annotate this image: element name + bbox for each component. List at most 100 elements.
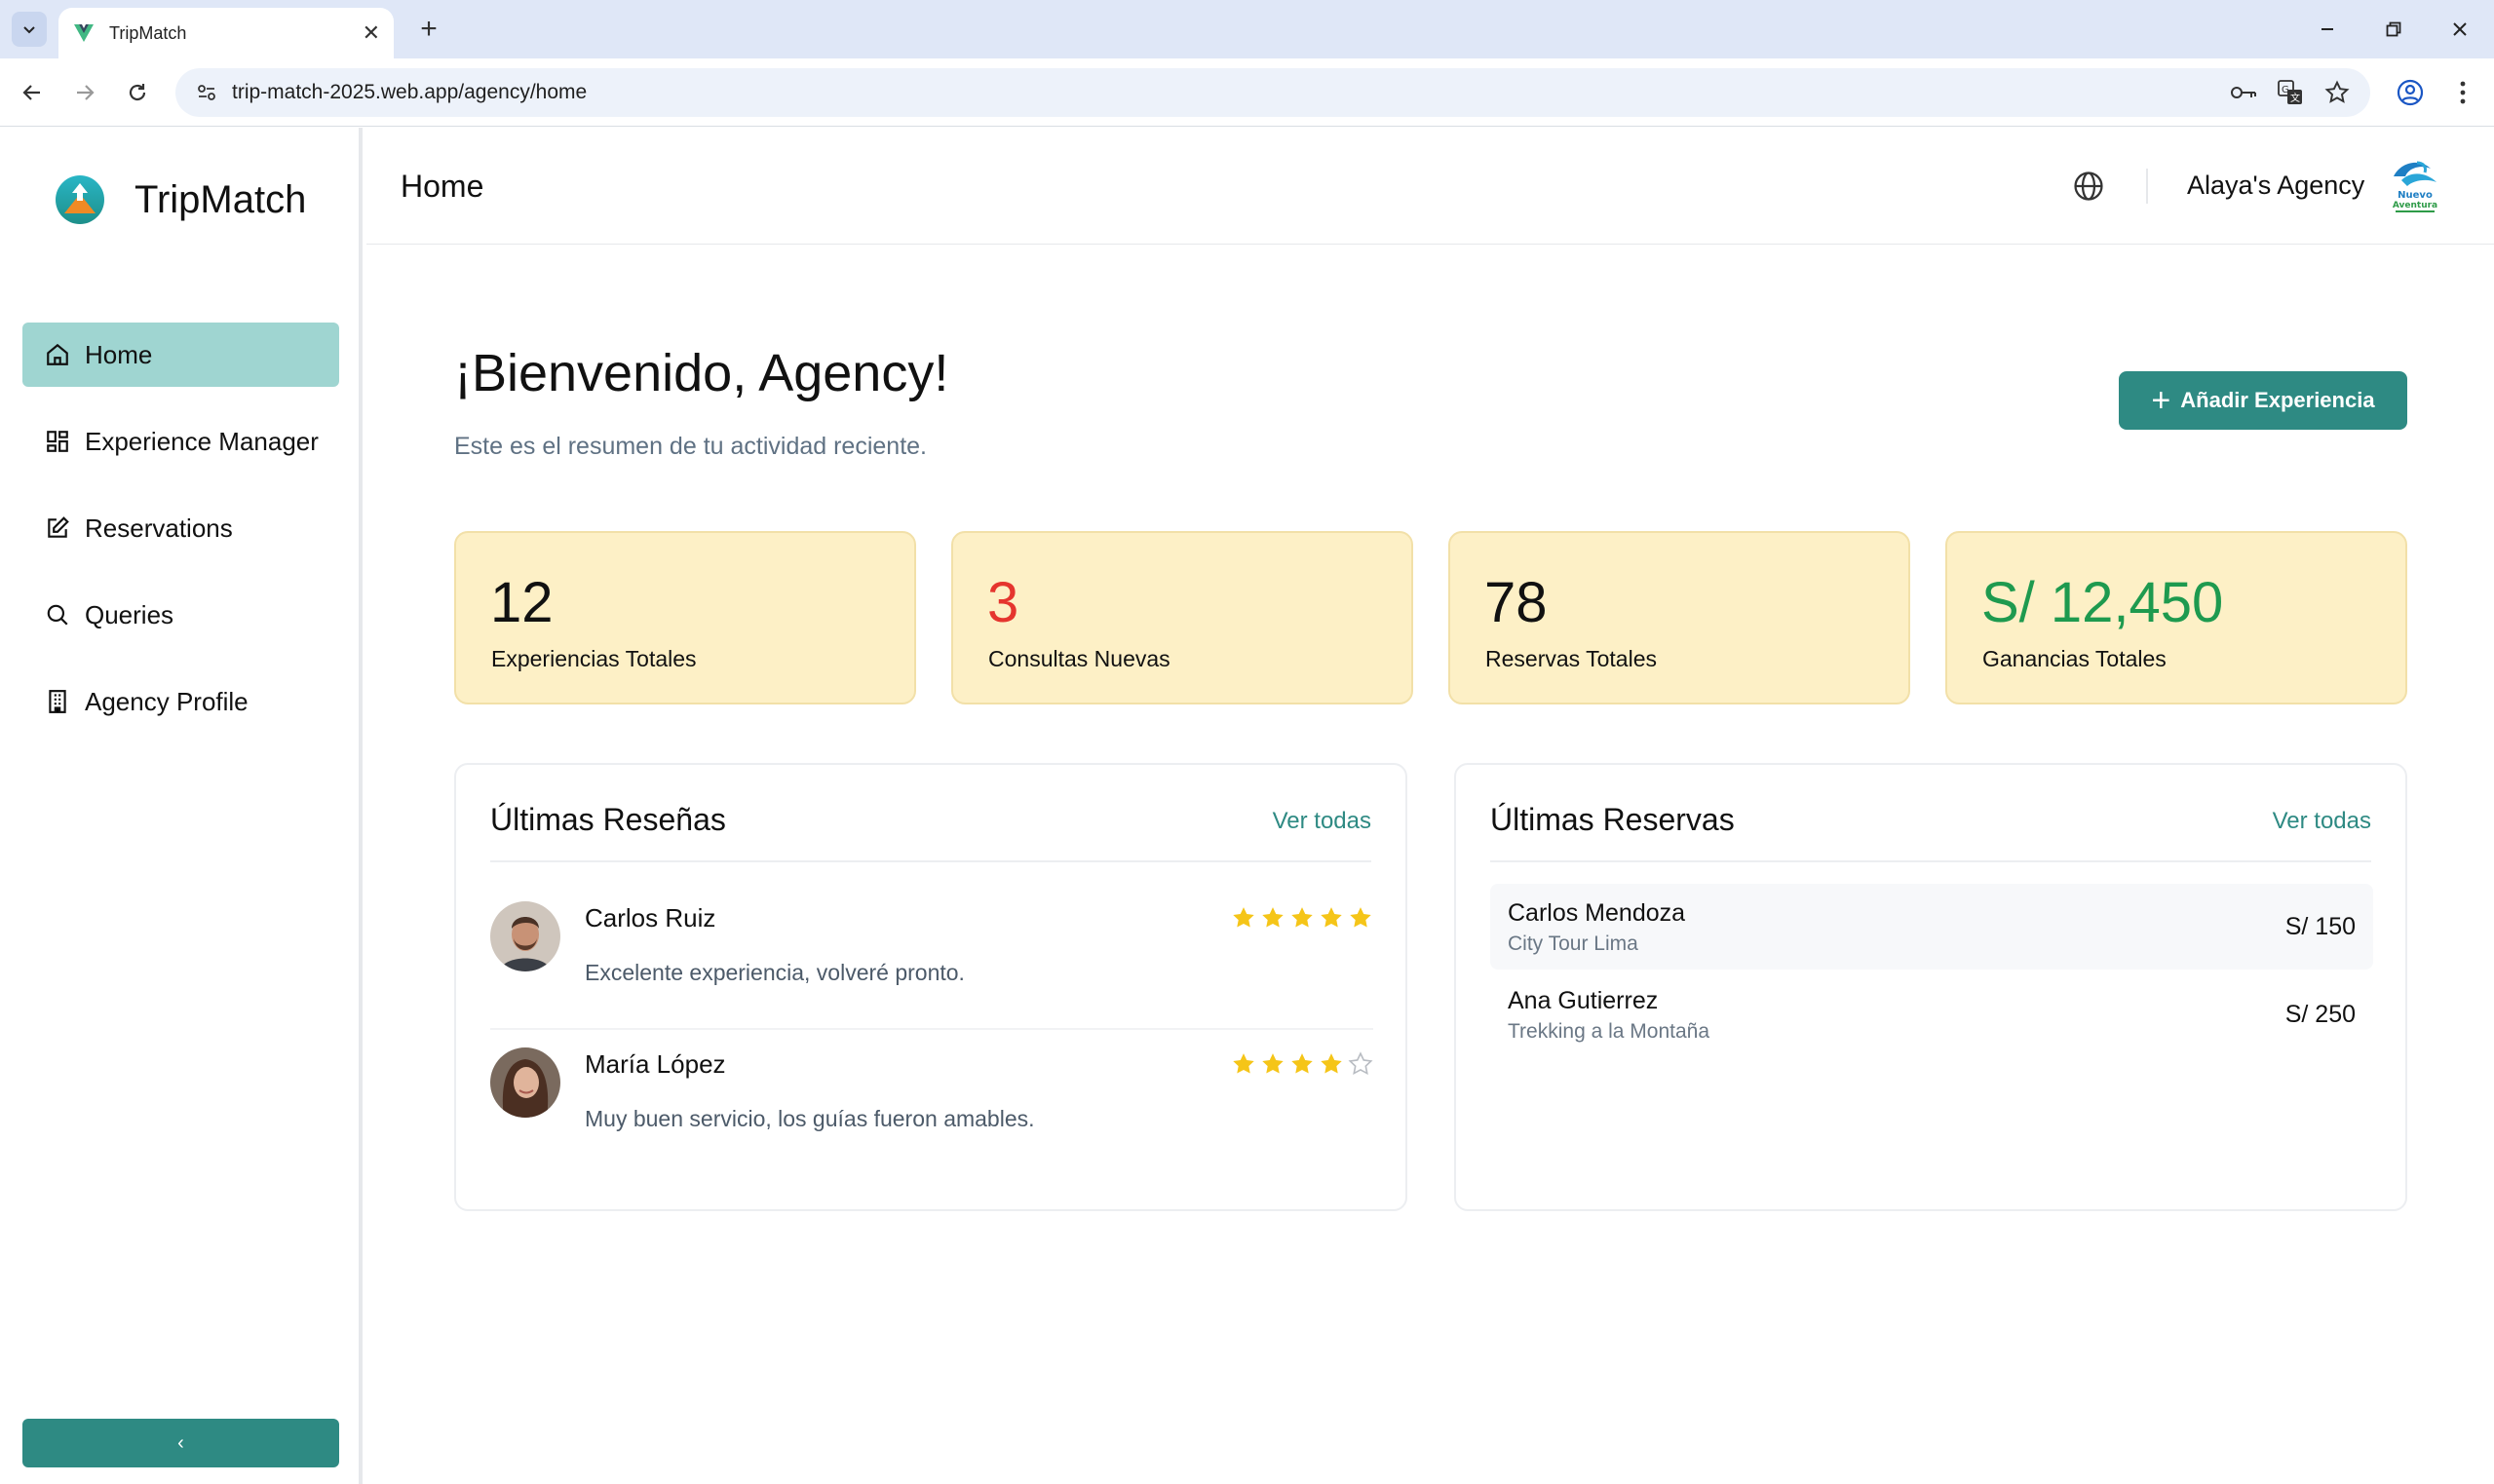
reservation-row[interactable]: Ana Gutierrez Trekking a la Montaña S/ 2… xyxy=(1490,971,2373,1057)
add-experience-button[interactable]: + Añadir Experiencia xyxy=(2119,371,2407,430)
agency-name[interactable]: Alaya's Agency xyxy=(2187,171,2364,201)
collapse-sidebar-button[interactable]: ‹ xyxy=(22,1419,339,1467)
experience-name: Trekking a la Montaña xyxy=(1508,1020,1709,1043)
browser-menu-button[interactable] xyxy=(2442,72,2483,113)
back-button[interactable] xyxy=(12,72,53,113)
view-all-reviews-link[interactable]: Ver todas xyxy=(1273,808,1371,835)
customer-name: Carlos Mendoza xyxy=(1508,899,1686,927)
stat-value: 12 xyxy=(490,571,554,634)
url-text: trip-match-2025.web.app/agency/home xyxy=(232,81,588,103)
sidebar-item-reservations[interactable]: Reservations xyxy=(22,496,339,560)
svg-text:Nuevo: Nuevo xyxy=(2398,190,2433,201)
page-title: Home xyxy=(401,169,484,204)
divider xyxy=(490,1028,1373,1030)
edit-icon xyxy=(44,514,71,542)
star-filled-icon xyxy=(1233,907,1254,928)
card-title: Últimas Reseñas xyxy=(490,802,726,837)
welcome-subtitle: Este es el resumen de tu actividad recie… xyxy=(454,433,927,460)
star-filled-icon xyxy=(1262,907,1284,928)
divider xyxy=(490,860,1371,862)
chevron-down-icon xyxy=(23,26,35,34)
avatar xyxy=(490,901,560,971)
page-header: Home Alaya's Agency Nuevo Aventura xyxy=(366,128,2494,245)
svg-text:文: 文 xyxy=(2290,92,2300,104)
reservation-row[interactable]: Carlos Mendoza City Tour Lima S/ 150 xyxy=(1490,884,2373,970)
new-tab-button[interactable]: + xyxy=(409,10,448,49)
sidebar-item-home[interactable]: Home xyxy=(22,323,339,387)
key-icon[interactable] xyxy=(2226,75,2261,110)
svg-text:Aventura: Aventura xyxy=(2393,201,2437,210)
restore-button[interactable] xyxy=(2372,8,2415,51)
translate-icon[interactable]: G文 xyxy=(2273,75,2308,110)
view-all-reservations-link[interactable]: Ver todas xyxy=(2273,808,2371,835)
globe-icon[interactable] xyxy=(2072,170,2105,203)
stat-label: Consultas Nuevas xyxy=(988,646,1170,671)
bookmark-star-icon[interactable] xyxy=(2320,75,2355,110)
tripmatch-logo-icon xyxy=(56,175,104,224)
header-divider xyxy=(2146,169,2148,204)
browser-tab[interactable]: TripMatch ✕ xyxy=(58,8,394,58)
reviewer-name: María López xyxy=(585,1049,726,1079)
minimize-icon xyxy=(2321,28,2333,30)
sidebar-item-agency-profile[interactable]: Agency Profile xyxy=(22,669,339,734)
add-experience-label: Añadir Experiencia xyxy=(2180,388,2375,412)
star-rating xyxy=(1231,905,1373,931)
brand[interactable]: TripMatch xyxy=(55,174,306,225)
plus-icon: + xyxy=(2151,382,2171,419)
sidebar-item-label: Experience Manager xyxy=(85,426,319,456)
stat-label: Ganancias Totales xyxy=(1982,646,2167,671)
profile-icon xyxy=(2397,79,2424,106)
tab-search-button[interactable] xyxy=(12,12,47,47)
close-window-button[interactable] xyxy=(2438,8,2481,51)
grid-icon xyxy=(44,428,71,455)
more-vertical-icon xyxy=(2460,81,2466,104)
review-text: Excelente experiencia, volveré pronto. xyxy=(585,960,965,985)
avatar xyxy=(490,1047,560,1118)
star-empty-icon xyxy=(1348,1051,1373,1076)
sidebar-item-label: Agency Profile xyxy=(85,686,249,716)
sidebar-nav: Home Experience Manager Reservations Que… xyxy=(22,323,339,756)
minimize-button[interactable] xyxy=(2306,8,2349,51)
address-bar[interactable]: trip-match-2025.web.app/agency/home G文 xyxy=(175,68,2370,117)
card-title: Últimas Reservas xyxy=(1490,802,1735,837)
restore-icon xyxy=(2386,21,2401,37)
star-filled-icon xyxy=(1321,907,1342,928)
reload-button[interactable] xyxy=(117,72,158,113)
profile-button[interactable] xyxy=(2390,72,2431,113)
star-filled-icon xyxy=(1291,1053,1313,1074)
stat-card-reservations: 78 Reservas Totales xyxy=(1448,531,1910,704)
svg-text:G: G xyxy=(2282,85,2289,95)
reservation-amount: S/ 150 xyxy=(2284,913,2356,940)
building-icon xyxy=(44,688,71,715)
star-rating xyxy=(1231,1051,1373,1077)
sidebar-item-label: Queries xyxy=(85,599,174,629)
customer-name: Ana Gutierrez xyxy=(1508,987,1659,1014)
forward-button[interactable] xyxy=(64,72,105,113)
sidebar-item-experience-manager[interactable]: Experience Manager xyxy=(22,409,339,474)
welcome-heading: ¡Bienvenido, Agency! xyxy=(454,344,949,402)
stat-card-earnings: S/ 12,450 Ganancias Totales xyxy=(1945,531,2407,704)
browser-tab-bar: TripMatch ✕ + xyxy=(0,0,2494,58)
stat-label: Experiencias Totales xyxy=(491,646,697,671)
agency-logo[interactable]: Nuevo Aventura xyxy=(2388,157,2442,215)
divider xyxy=(1490,860,2371,862)
stat-value: 3 xyxy=(987,571,1019,634)
star-filled-icon xyxy=(1291,907,1313,928)
stat-label: Reservas Totales xyxy=(1485,646,1657,671)
brand-name: TripMatch xyxy=(134,177,307,221)
sidebar-item-queries[interactable]: Queries xyxy=(22,583,339,647)
arrow-left-icon xyxy=(22,85,40,100)
site-info-icon[interactable] xyxy=(189,75,224,110)
sidebar-item-label: Reservations xyxy=(85,513,233,543)
experience-name: City Tour Lima xyxy=(1508,932,1638,955)
search-icon xyxy=(44,601,71,628)
tab-close-icon[interactable]: ✕ xyxy=(363,20,380,46)
sidebar-item-label: Home xyxy=(85,339,153,369)
reviewer-name: Carlos Ruiz xyxy=(585,903,716,932)
stat-card-experiences: 12 Experiencias Totales xyxy=(454,531,916,704)
stat-value: 78 xyxy=(1484,571,1548,634)
star-filled-icon xyxy=(1262,1053,1284,1074)
home-icon xyxy=(44,341,71,368)
close-icon xyxy=(2453,22,2467,36)
star-filled-icon xyxy=(1233,1053,1254,1074)
